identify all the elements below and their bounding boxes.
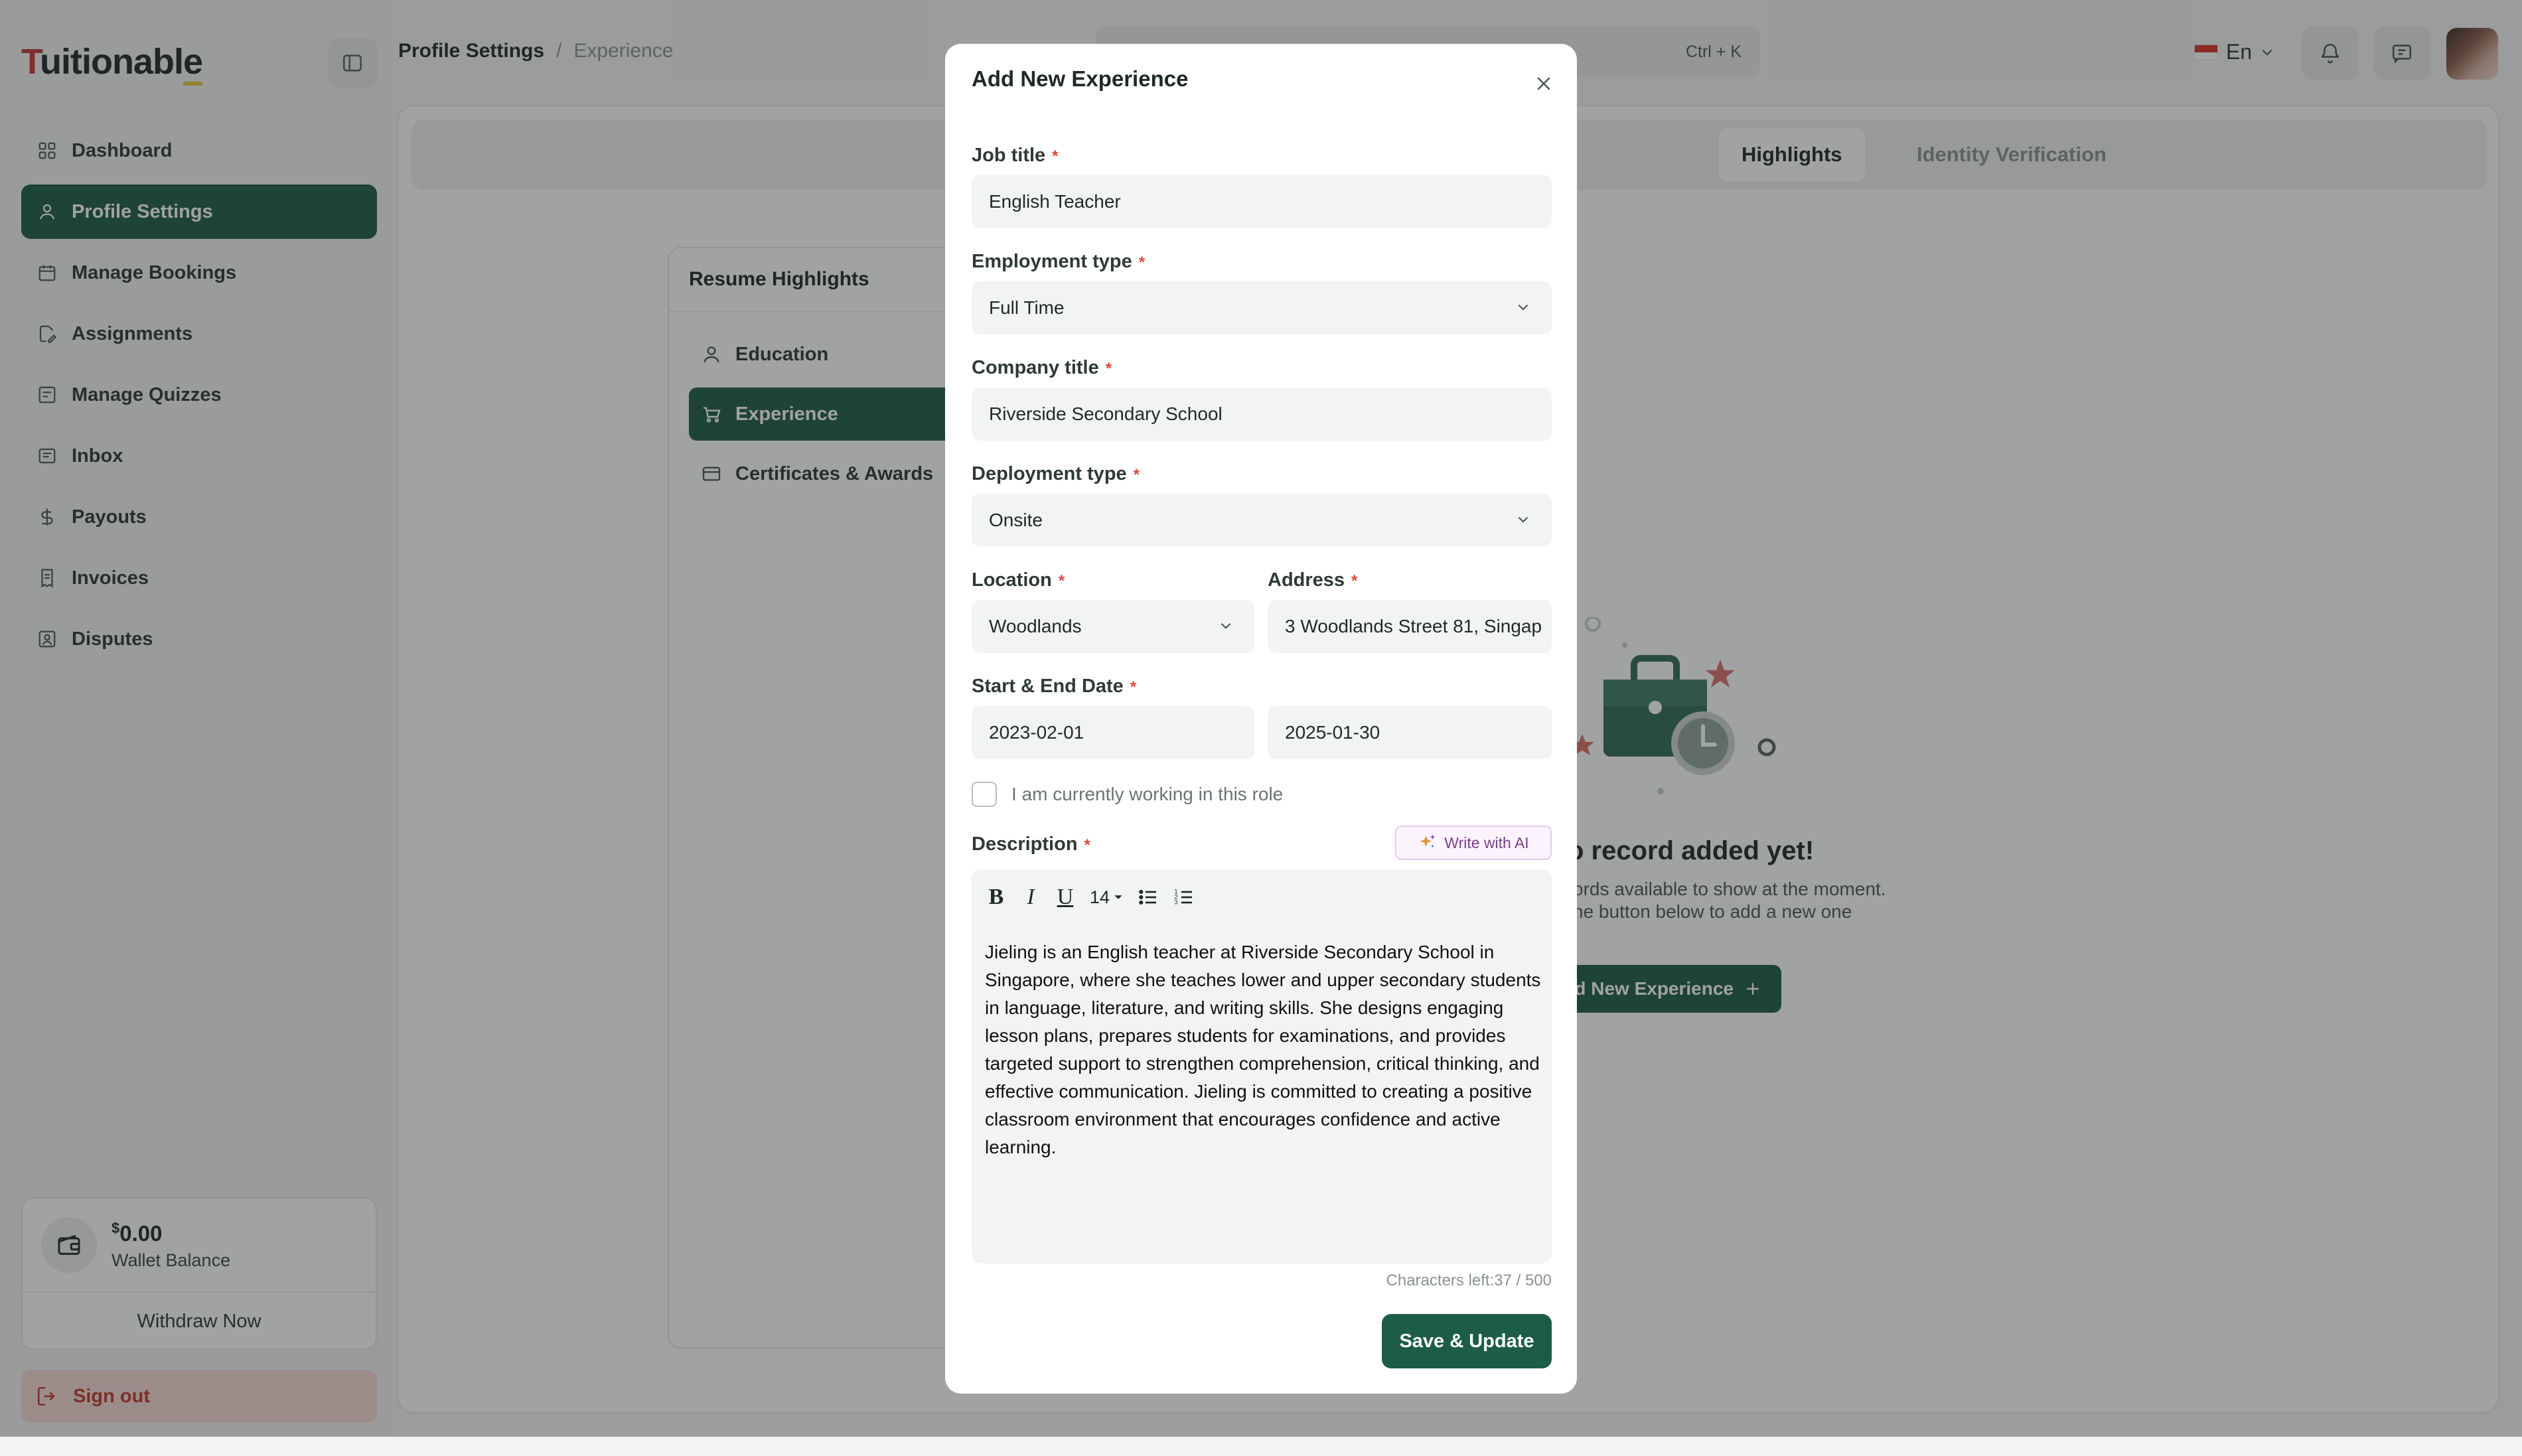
character-count: Characters left:37 / 500 [1386,1272,1552,1289]
end-date-value: 2025-01-30 [1285,722,1380,743]
deployment-type-select[interactable]: Onsite [972,494,1552,547]
numbered-list-icon: 123 [1174,889,1193,906]
job-title-field[interactable]: English Teacher [972,175,1552,228]
checkbox-box[interactable] [972,782,997,807]
address-label: Address * [1268,569,1358,591]
deployment-type-label: Deployment type * [972,463,1140,484]
currently-working-label: I am currently working in this role [1011,784,1284,804]
location-label: Location * [972,569,1065,591]
employment-type-value: Full Time [989,297,1065,318]
page-bottom-strip [0,1437,2522,1456]
chevron-down-icon [1515,511,1532,528]
company-title-label: Company title * [972,357,1112,378]
editor-toolbar: B I U 14 123 [986,884,1195,910]
job-title-value: English Teacher [989,191,1121,212]
italic-button[interactable]: I [1021,884,1041,910]
bullet-list-icon [1139,889,1157,905]
job-title-label: Job title * [972,145,1059,166]
close-icon [1537,77,1550,90]
font-size-value: 14 [1090,887,1110,907]
description-label: Description * [972,834,1090,855]
modal-title: Add New Experience [972,66,1189,91]
save-update-button[interactable]: Save & Update [1382,1314,1552,1368]
employment-type-label: Employment type * [972,251,1146,272]
write-with-ai-button[interactable]: Write with AI [1395,826,1552,860]
numbered-list-button[interactable]: 123 [1173,884,1195,910]
company-title-field[interactable]: Riverside Secondary School [972,388,1552,441]
svg-text:3: 3 [1174,899,1177,906]
bullet-list-button[interactable] [1138,884,1159,910]
underline-button[interactable]: U [1055,884,1075,910]
deployment-type-value: Onsite [989,510,1043,530]
company-title-value: Riverside Secondary School [989,403,1223,424]
date-range-label: Start & End Date * [972,676,1137,697]
address-field[interactable]: 3 Woodlands Street 81, Singap [1268,600,1552,653]
address-value: 3 Woodlands Street 81, Singap [1285,616,1542,636]
description-text[interactable]: Jieling is an English teacher at Riversi… [985,938,1541,1161]
start-date-field[interactable]: 2023-02-01 [972,706,1254,759]
caret-down-icon [1114,895,1122,899]
employment-type-select[interactable]: Full Time [972,281,1552,334]
currently-working-checkbox[interactable]: I am currently working in this role [972,782,1283,807]
close-button[interactable] [1529,69,1558,98]
location-select[interactable]: Woodlands [972,600,1254,653]
write-with-ai-label: Write with AI [1444,834,1529,851]
end-date-field[interactable]: 2025-01-30 [1268,706,1552,759]
font-size-select[interactable]: 14 [1090,884,1123,910]
bold-button[interactable]: B [986,884,1006,910]
sparkle-icon [1420,834,1436,848]
add-experience-modal: Add New Experience Job title * English Te… [945,44,1577,1394]
description-editor[interactable]: B I U 14 123 Jieling is an English teach… [972,869,1552,1264]
location-value: Woodlands [989,616,1082,636]
chevron-down-icon [1217,617,1234,634]
start-date-value: 2023-02-01 [989,722,1084,743]
chevron-down-icon [1515,299,1532,316]
